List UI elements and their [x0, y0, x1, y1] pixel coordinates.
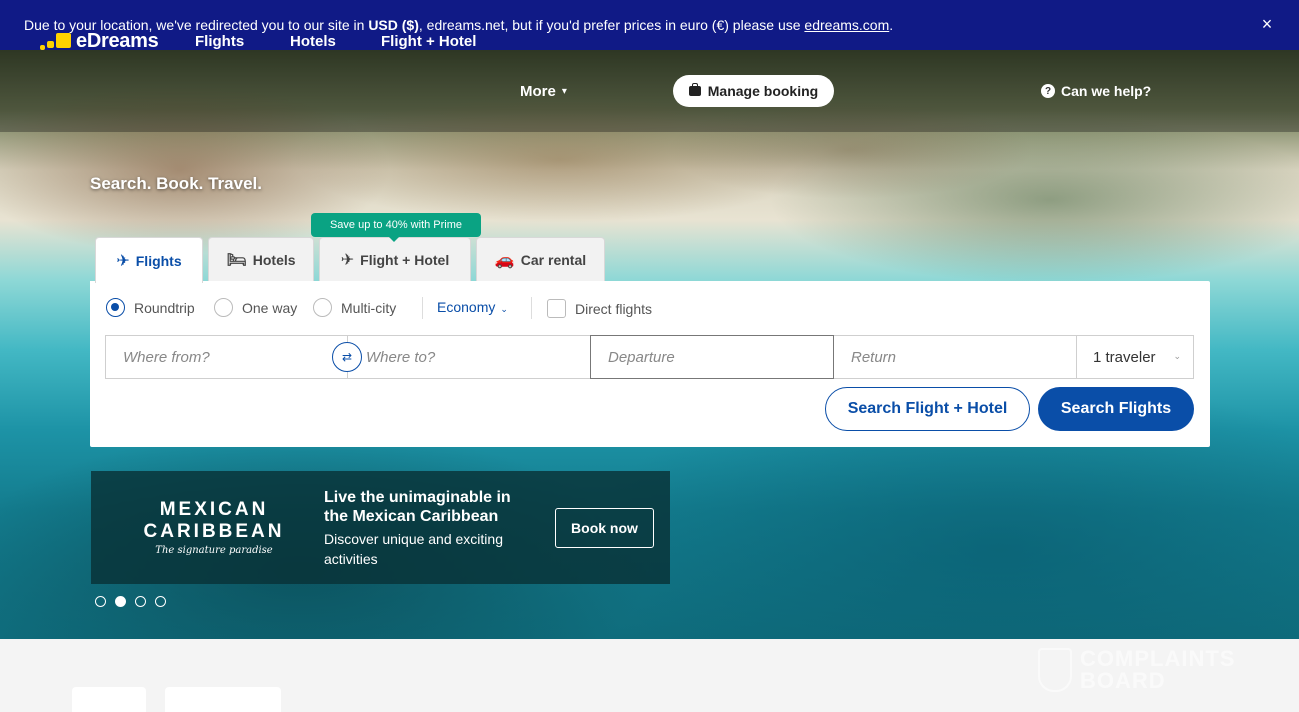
radio-multi-city-label: Multi-city — [341, 299, 397, 316]
flight-search-form: Roundtrip One way Multi-city Economy ⌄ Di… — [90, 281, 1210, 447]
chevron-down-icon: ▾ — [561, 85, 567, 97]
prime-savings-badge: Save up to 40% with Prime — [311, 213, 481, 242]
cabin-class-label: Economy — [437, 299, 496, 315]
edreams-logo[interactable]: eDreams — [40, 30, 159, 53]
tab-flights[interactable]: ✈ Flights — [95, 237, 203, 283]
tab-flight-hotel-label: Flight + Hotel — [360, 251, 450, 268]
divider — [531, 297, 532, 319]
swap-icon[interactable]: ⇄ — [332, 342, 362, 372]
radio-selected-icon — [106, 298, 125, 317]
radio-icon — [313, 298, 332, 317]
airplane-icon: ✈ — [116, 252, 130, 270]
origin-input[interactable]: Where from? — [105, 335, 348, 379]
travelers-select[interactable]: 1 traveler ⌄ — [1076, 335, 1194, 379]
carousel-dot-active[interactable] — [115, 596, 126, 607]
promo-banner: MEXICAN CARIBBEAN The signature paradise… — [91, 471, 670, 584]
chevron-down-icon: ⌄ — [1173, 351, 1181, 361]
logo-mark-icon — [40, 31, 72, 53]
nav-hotels[interactable]: Hotels — [290, 0, 336, 82]
destination-input[interactable]: Where to? — [347, 335, 591, 379]
travelers-label: 1 traveler — [1093, 348, 1156, 366]
promo-subtitle: Discover unique and exciting activities — [324, 531, 503, 567]
chevron-down-icon: ⌄ — [500, 304, 508, 314]
complaints-board-watermark: COMPLAINTS BOARD — [1038, 648, 1235, 692]
radio-roundtrip-label: Roundtrip — [134, 299, 195, 316]
cabin-class-select[interactable]: Economy ⌄ — [437, 299, 508, 315]
nav-more[interactable]: More ▾ — [520, 50, 567, 132]
radio-icon — [214, 298, 233, 317]
nav-flight-hotel[interactable]: Flight + Hotel — [381, 0, 476, 82]
book-now-button[interactable]: Book now — [555, 508, 654, 548]
tab-car-rental[interactable]: 🚗 Car rental — [476, 237, 605, 281]
close-icon[interactable]: × — [1257, 14, 1277, 34]
hero-tagline: Search. Book. Travel. — [90, 174, 262, 193]
search-flights-button[interactable]: Search Flights — [1038, 387, 1194, 431]
bed-icon: 🛏 — [226, 251, 247, 269]
logo-text: eDreams — [76, 30, 159, 52]
help-link[interactable]: ? Can we help? — [1041, 50, 1151, 132]
search-flight-hotel-button[interactable]: Search Flight + Hotel — [825, 387, 1030, 431]
return-date-input[interactable]: Return — [833, 335, 1077, 379]
tab-flights-label: Flights — [135, 252, 182, 269]
radio-roundtrip[interactable]: Roundtrip — [106, 298, 195, 317]
tab-hotels[interactable]: 🛏 Hotels — [208, 237, 314, 281]
shield-icon — [1038, 648, 1072, 692]
departure-date-input[interactable]: Departure — [590, 335, 834, 379]
manage-booking-button[interactable]: Manage booking — [673, 75, 834, 107]
content-card — [165, 687, 281, 712]
divider — [422, 297, 423, 319]
checkbox-icon — [547, 299, 566, 318]
tab-hotels-label: Hotels — [252, 251, 296, 268]
carousel-dot[interactable] — [95, 596, 106, 607]
direct-flights-checkbox[interactable]: Direct flights — [547, 299, 652, 318]
help-label: Can we help? — [1061, 83, 1152, 99]
question-icon: ? — [1041, 84, 1055, 98]
flight-hotel-icon: ✈ — [340, 251, 355, 269]
notice-link[interactable]: edreams.com — [804, 17, 889, 33]
content-card — [72, 687, 146, 712]
manage-booking-label: Manage booking — [707, 83, 819, 99]
radio-one-way-label: One way — [242, 299, 298, 316]
direct-flights-label: Direct flights — [575, 300, 653, 317]
briefcase-icon — [688, 83, 701, 96]
carousel-dots — [95, 596, 175, 607]
radio-one-way[interactable]: One way — [214, 298, 297, 317]
tab-flight-hotel[interactable]: ✈ Flight + Hotel — [319, 237, 471, 281]
promo-title: Live the unimaginable in the Mexican Car… — [324, 489, 511, 525]
carousel-dot[interactable] — [155, 596, 166, 607]
nav-more-label: More — [520, 82, 556, 100]
car-icon: 🚗 — [494, 251, 515, 269]
tab-car-rental-label: Car rental — [520, 251, 587, 268]
nav-flights[interactable]: Flights — [195, 0, 244, 82]
radio-multi-city[interactable]: Multi-city — [313, 298, 396, 317]
carousel-dot[interactable] — [135, 596, 146, 607]
mexican-caribbean-logo: MEXICAN CARIBBEAN The signature paradise — [143, 499, 285, 556]
